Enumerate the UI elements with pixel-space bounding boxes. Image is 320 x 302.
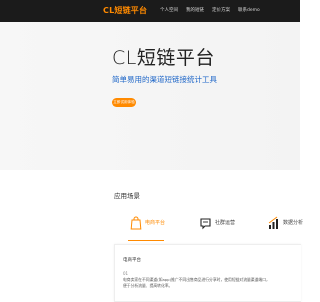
top-navbar: CL短链平台 个人空间 我的短链 定价方案 联系demo bbox=[0, 0, 300, 22]
active-tab-underline bbox=[128, 240, 164, 241]
card-number: 01 bbox=[123, 271, 129, 276]
hero-title: CL短链平台 bbox=[112, 47, 215, 69]
card-description-line-1: 电商卖家在不同渠道(如app)推广不同出售商品进行分享时，使用短链对流量渠道端口… bbox=[123, 277, 270, 282]
brand-logo[interactable]: CL短链平台 bbox=[103, 6, 147, 16]
card-description-line-2: 便于分析流量、提高转化率。 bbox=[123, 283, 173, 288]
chat-bubble-icon bbox=[200, 218, 211, 230]
bar-chart-icon bbox=[268, 216, 278, 229]
tab-ecommerce-label: 电商平台 bbox=[145, 220, 166, 226]
hero-subtitle: 简单易用的渠道短链接统计工具 bbox=[112, 75, 217, 84]
tab-community-label: 社群运营 bbox=[215, 220, 236, 226]
tab-ecommerce[interactable]: 电商平台 bbox=[130, 212, 170, 240]
nav-link-my-links[interactable]: 我的短链 bbox=[186, 7, 204, 15]
tab-data-analysis[interactable]: 数据分析 bbox=[268, 212, 304, 240]
nav-link-pricing[interactable]: 定价方案 bbox=[212, 7, 230, 15]
try-now-button[interactable]: 立即试用体验 bbox=[112, 98, 136, 107]
shopping-bag-icon bbox=[130, 216, 142, 230]
scenes-section-title: 应用场景 bbox=[114, 192, 140, 200]
card-title: 电商平台 bbox=[123, 258, 141, 263]
scene-detail-card: 电商平台 01 电商卖家在不同渠道(如app)推广不同出售商品进行分享时，使用短… bbox=[114, 244, 301, 302]
tab-data-analysis-label: 数据分析 bbox=[283, 220, 304, 226]
nav-link-personal-space[interactable]: 个人空间 bbox=[160, 7, 178, 15]
tab-community[interactable]: 社群运营 bbox=[200, 212, 240, 240]
hero-section bbox=[0, 22, 300, 170]
nav-link-contact-demo[interactable]: 联系demo bbox=[238, 7, 260, 15]
